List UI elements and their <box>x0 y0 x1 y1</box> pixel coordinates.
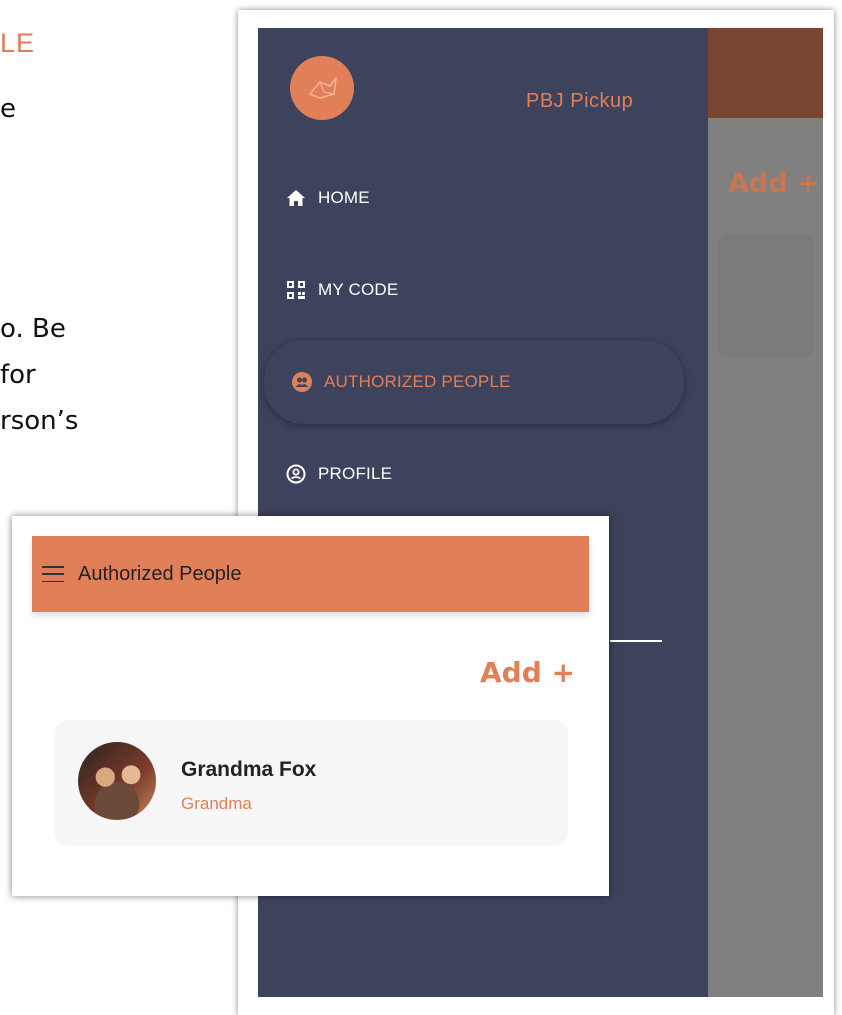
nav-item-profile[interactable]: PROFILE <box>258 444 698 504</box>
nav-item-authorized-people[interactable]: AUTHORIZED PEOPLE <box>264 340 684 424</box>
doc-text-line: rson’s <box>0 406 79 436</box>
person-name: Grandma Fox <box>181 758 317 781</box>
avatar <box>78 742 156 820</box>
drawer-divider <box>610 640 662 642</box>
doc-text-line: o. Be <box>0 314 66 344</box>
nav-item-label: PROFILE <box>318 464 393 483</box>
profile-icon <box>286 464 306 484</box>
people-icon <box>292 372 312 392</box>
authorized-people-screenshot: Authorized People Add + Grandma Fox Gran… <box>12 516 609 896</box>
doc-text-line: for <box>0 360 36 390</box>
nav-item-home[interactable]: HOME <box>258 168 698 228</box>
person-relation: Grandma <box>181 794 252 813</box>
hamburger-menu-icon[interactable] <box>42 566 64 582</box>
qr-code-icon <box>286 280 306 300</box>
page-title: Authorized People <box>78 562 242 585</box>
nav-item-label: MY CODE <box>318 280 399 299</box>
home-icon <box>286 188 306 208</box>
app-logo <box>290 56 354 120</box>
doc-text-line: e <box>0 94 16 124</box>
doc-heading-fragment: LE <box>0 28 36 58</box>
add-person-button[interactable]: Add + <box>480 656 575 689</box>
app-name: PBJ Pickup <box>526 90 634 112</box>
nav-item-label: AUTHORIZED PEOPLE <box>324 372 511 391</box>
fox-logo-icon <box>309 77 337 99</box>
nav-item-my-code[interactable]: MY CODE <box>258 260 698 320</box>
app-header: Authorized People <box>32 536 589 612</box>
nav-item-label: HOME <box>318 188 370 207</box>
person-card[interactable]: Grandma Fox Grandma <box>54 720 568 846</box>
add-person-button[interactable]: Add + <box>728 168 820 199</box>
person-card[interactable] <box>718 233 813 358</box>
